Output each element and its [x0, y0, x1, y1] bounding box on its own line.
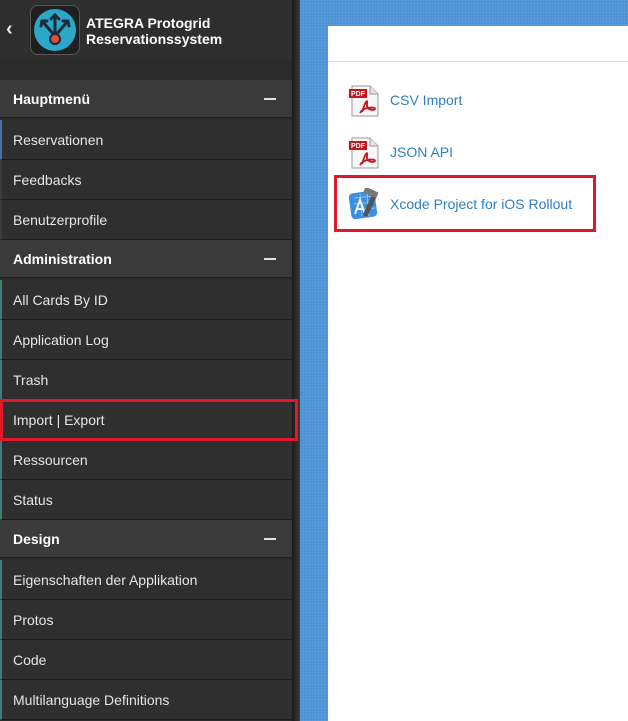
sidebar-item-label: Trash [13, 372, 49, 388]
section-design[interactable]: Design [0, 520, 292, 558]
main-panel: PDF CSV Import PDF JSON API Xcode Projec… [328, 26, 628, 721]
section-label: Administration [13, 251, 112, 267]
sidebar-item-label: Reservationen [13, 132, 104, 148]
sidebar-item-eigenschaften[interactable]: Eigenschaften der Applikation [0, 560, 292, 600]
panel-header [328, 26, 628, 62]
collapse-minus-icon[interactable] [264, 98, 276, 100]
app-title-line1: ATEGRA Protogrid [86, 15, 211, 31]
sidebar-item-multilanguage[interactable]: Multilanguage Definitions [0, 680, 292, 720]
sidebar-item-label: Eigenschaften der Applikation [13, 572, 198, 588]
sidebar-item-label: Application Log [13, 332, 109, 348]
sidebar-item-all-cards[interactable]: All Cards By ID [0, 280, 292, 320]
section-hauptmenu[interactable]: Hauptmenü [0, 80, 292, 118]
sidebar-edge [292, 0, 300, 721]
sidebar-item-label: All Cards By ID [13, 292, 108, 308]
link-label: CSV Import [390, 92, 463, 108]
pdf-icon: PDF [348, 84, 382, 118]
sidebar-item-label: Status [13, 492, 53, 508]
sidebar-item-status[interactable]: Status [0, 480, 292, 520]
section-label: Hauptmenü [13, 91, 90, 107]
sidebar-item-label: Protos [13, 612, 54, 628]
sidebar-item-benutzerprofile[interactable]: Benutzerprofile [0, 200, 292, 240]
app-header: ‹ ATEGRA Protogrid Reservationssystem [0, 0, 292, 60]
sidebar-item-label: Ressourcen [13, 452, 88, 468]
section-label: Design [13, 531, 60, 547]
link-csv-import[interactable]: PDF CSV Import [348, 84, 618, 118]
back-chevron-icon[interactable]: ‹ [6, 18, 22, 40]
logo-graphic-icon [34, 9, 76, 51]
app-logo [30, 5, 80, 55]
sidebar-item-reservationen[interactable]: Reservationen [0, 120, 292, 160]
svg-text:PDF: PDF [351, 91, 366, 98]
collapse-minus-icon[interactable] [264, 538, 276, 540]
sidebar: ‹ ATEGRA Protogrid Reservationssystem Ha… [0, 0, 300, 721]
app-title: ATEGRA Protogrid Reservationssystem [86, 15, 286, 47]
collapse-minus-icon[interactable] [264, 258, 276, 260]
sidebar-item-label: Benutzerprofile [13, 212, 108, 228]
highlight-box-import-export [0, 399, 298, 441]
sidebar-item-protos[interactable]: Protos [0, 600, 292, 640]
sidebar-item-feedbacks[interactable]: Feedbacks [0, 160, 292, 200]
app-title-line2: Reservationssystem [86, 31, 223, 47]
section-administration[interactable]: Administration [0, 240, 292, 278]
sidebar-item-application-log[interactable]: Application Log [0, 320, 292, 360]
sidebar-item-label: Multilanguage Definitions [13, 692, 170, 708]
sidebar-item-trash[interactable]: Trash [0, 360, 292, 400]
sidebar-item-label: Feedbacks [13, 172, 82, 188]
sidebar-item-label: Code [13, 652, 47, 668]
sidebar-item-ressourcen[interactable]: Ressourcen [0, 440, 292, 480]
highlight-box-xcode [334, 175, 596, 232]
sidebar-item-code[interactable]: Code [0, 640, 292, 680]
svg-text:PDF: PDF [351, 143, 366, 150]
link-json-api[interactable]: PDF JSON API [348, 136, 618, 170]
link-label: JSON API [390, 144, 454, 160]
pdf-icon: PDF [348, 136, 382, 170]
